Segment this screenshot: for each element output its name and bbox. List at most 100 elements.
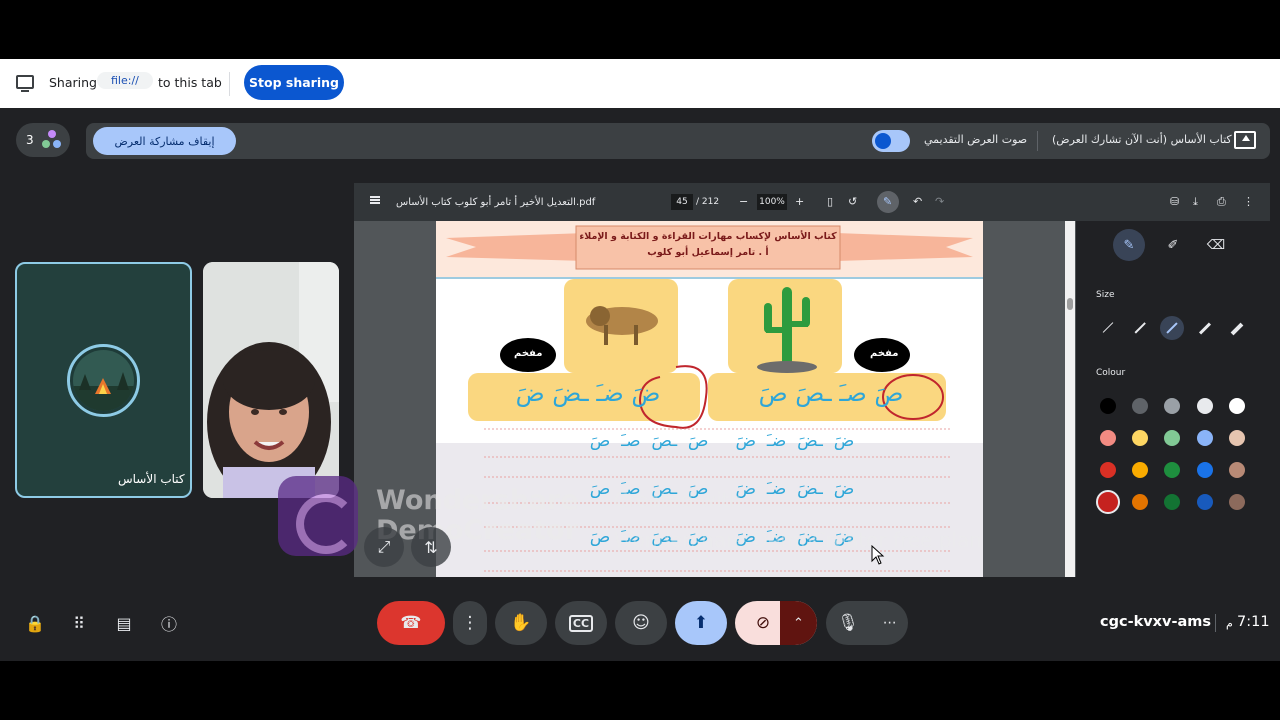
microphone-button[interactable]: 🎙 ⋯ <box>826 601 908 645</box>
colour-swatch[interactable] <box>1164 462 1180 478</box>
colour-swatch[interactable] <box>1164 430 1180 446</box>
expand-icon[interactable]: ⤢ <box>364 527 404 567</box>
redo-icon[interactable]: ↷ <box>935 195 944 208</box>
colour-swatch[interactable] <box>1100 462 1116 478</box>
unpin-icon[interactable]: ⇅ <box>411 527 451 567</box>
save-icon[interactable]: ⛁ <box>1170 195 1179 208</box>
participant-name: كتاب الأساس <box>118 472 185 486</box>
highlighter-tool-icon[interactable]: ✐ <box>1157 229 1189 261</box>
rotate-icon[interactable]: ↺ <box>848 195 857 208</box>
tab-sharing-bar: Sharing file:// to this tab <box>0 59 1280 108</box>
more-icon[interactable]: ⋮ <box>1243 195 1254 208</box>
colour-swatch[interactable] <box>1197 494 1213 510</box>
book-header-line1: كتاب الأساس لإكساب مهارات القراءة و الكت… <box>579 231 837 242</box>
colour-swatch[interactable] <box>1132 462 1148 478</box>
sharing-label: Sharing <box>49 75 97 90</box>
download-icon[interactable]: ⤓ <box>1193 195 1198 209</box>
annotate-pen-icon: ✎ <box>883 195 893 208</box>
colour-swatch[interactable] <box>1229 494 1245 510</box>
raise-hand-button[interactable]: ✋ <box>495 601 547 645</box>
colour-swatch[interactable] <box>1100 398 1116 414</box>
stop-presenting-button[interactable]: إيقاف مشاركة العرض <box>93 127 236 155</box>
campfire-avatar-image <box>73 350 134 411</box>
source-chip: file:// <box>97 72 153 89</box>
divider <box>229 72 230 96</box>
pen-tool-icon[interactable]: ✎ <box>1113 229 1145 261</box>
meeting-info-icon[interactable]: ⓘ <box>157 611 181 635</box>
colour-swatch[interactable] <box>1164 398 1180 414</box>
eraser-tool-icon[interactable]: ⌫ <box>1200 229 1232 261</box>
watermark-free-plan: Wondershare DemoCreator free plan <box>614 528 982 552</box>
captions-icon: CC <box>568 614 594 632</box>
leave-call-button[interactable]: ☎ <box>377 601 445 645</box>
colour-swatch[interactable] <box>1197 430 1213 446</box>
chevron-up-icon: ⌃ <box>793 615 804 631</box>
colour-swatch[interactable] <box>1197 398 1213 414</box>
stop-sharing-button[interactable]: Stop sharing <box>244 65 344 100</box>
microphone-icon: 🎙 <box>837 613 859 633</box>
letterbox-top <box>0 0 1280 59</box>
activities-icon[interactable]: ⠿ <box>67 611 91 635</box>
presentation-audio-toggle[interactable] <box>872 130 910 152</box>
hand-icon: ✋ <box>510 613 532 633</box>
size-option-5[interactable] <box>1225 316 1249 340</box>
participants-avatars-icon <box>40 128 64 152</box>
page-number-input[interactable]: 45 <box>671 194 693 210</box>
bubble-label-left: مفخم <box>514 348 543 359</box>
participant-tile-video[interactable] <box>203 262 339 498</box>
size-option-2[interactable] <box>1128 316 1152 340</box>
colour-swatch[interactable] <box>1100 430 1116 446</box>
participant-video-frame <box>203 262 339 498</box>
colour-swatch[interactable] <box>1132 398 1148 414</box>
size-option-3[interactable] <box>1160 316 1184 340</box>
colour-swatch[interactable] <box>1197 462 1213 478</box>
divider <box>1215 614 1216 632</box>
presentation-audio-label: صوت العرض التقديمي <box>924 133 1028 146</box>
camera-off-icon: ⊘ <box>755 613 771 633</box>
presenting-title: كتاب الأساس (أنت الآن تشارك العرض) <box>1052 133 1232 146</box>
pdf-scroll-thumb[interactable] <box>1067 298 1073 310</box>
practice-row-1: ضَ ـضَ ضـَ ضَ صَ ـصَ صـَ صَ <box>589 431 855 451</box>
colour-swatch[interactable] <box>1132 494 1148 510</box>
watermark-brand: Wondershare DemoCreator <box>376 486 579 546</box>
pdf-scrollbar[interactable] <box>1065 221 1075 577</box>
reactions-button[interactable]: ☺ <box>615 601 667 645</box>
banner-divider <box>1037 131 1038 151</box>
colour-swatch[interactable] <box>1229 430 1245 446</box>
size-label: Size <box>1096 290 1115 300</box>
colour-swatch[interactable] <box>1229 462 1245 478</box>
host-controls-icon[interactable]: 🔒 <box>23 611 47 635</box>
present-screen-icon <box>1234 131 1256 149</box>
book-header-line2: أ . تامر إسماعيل أبو كلوب <box>647 247 769 258</box>
to-this-tab-label: to this tab <box>158 75 222 90</box>
meeting-code: cgc-kvxv-ams <box>1100 614 1212 630</box>
zoom-input[interactable]: 100% <box>757 194 787 210</box>
colour-swatch[interactable] <box>1229 398 1245 414</box>
more-options-button[interactable]: ⋮ <box>453 601 487 645</box>
watermark-brand-line1: Wondershare <box>376 485 579 516</box>
fit-page-icon[interactable]: ▯ <box>827 195 833 208</box>
democreator-logo <box>278 476 358 556</box>
size-option-4[interactable] <box>1193 316 1217 340</box>
zoom-out-icon[interactable]: − <box>739 195 748 208</box>
watermark-created-with: Created with <box>614 488 742 512</box>
zoom-in-icon[interactable]: + <box>795 195 804 208</box>
bubble-label-right: مفخم <box>870 348 899 359</box>
present-now-button[interactable]: ⬆ <box>675 601 727 645</box>
colour-swatch[interactable] <box>1132 430 1148 446</box>
present-icon: ⬆ <box>693 613 709 633</box>
colour-swatch[interactable] <box>1096 490 1120 514</box>
more-vert-icon: ⋮ <box>461 613 479 633</box>
mouse-cursor-icon <box>871 545 885 565</box>
more-horiz-icon: ⋯ <box>882 615 897 631</box>
undo-icon[interactable]: ↶ <box>913 195 922 208</box>
size-option-1[interactable] <box>1096 316 1120 340</box>
chat-icon[interactable]: ▤ <box>112 611 136 635</box>
hang-up-icon: ☎ <box>400 613 422 633</box>
menu-icon[interactable] <box>370 196 380 204</box>
page-total: / 212 <box>696 197 720 207</box>
print-icon[interactable]: ⎙ <box>1217 195 1226 209</box>
colour-swatch[interactable] <box>1164 494 1180 510</box>
screen-share-icon <box>16 75 34 92</box>
captions-button[interactable]: CC <box>555 601 607 645</box>
